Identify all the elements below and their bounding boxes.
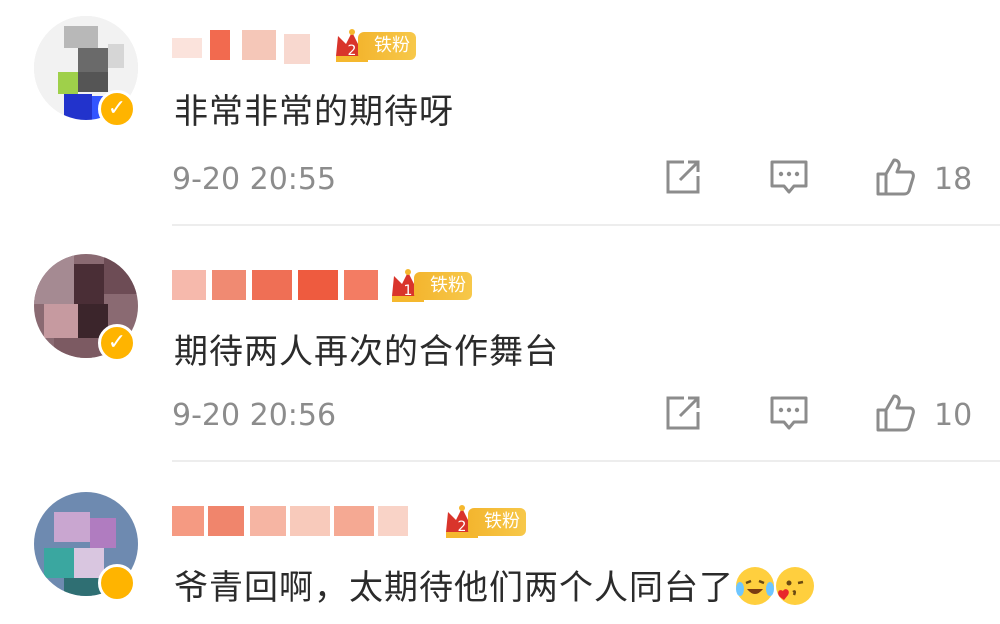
username-row: 2 铁粉	[172, 24, 772, 64]
comment-time: 9-20 20:56	[172, 398, 337, 433]
thumbs-up-icon[interactable]	[872, 154, 918, 200]
comment-text: 期待两人再次的合作舞台	[174, 332, 559, 372]
svg-text:1: 1	[404, 283, 413, 299]
comment-feed: ✓ 2 铁粉 非常非常的期待呀 9-20 20:55 18 ✓ 1 铁粉 期待两…	[0, 0, 1000, 624]
svg-text:2: 2	[458, 519, 467, 535]
comment-text: 非常非常的期待呀	[174, 92, 454, 132]
comment-time: 9-20 20:55	[172, 162, 337, 197]
comment-actions: 18	[660, 154, 980, 204]
divider	[172, 460, 1000, 462]
like-count: 18	[934, 162, 973, 197]
avatar-corner-badge	[98, 564, 136, 602]
comment-actions: 10	[660, 390, 980, 440]
svg-text:2: 2	[348, 43, 357, 59]
thumbs-up-icon[interactable]	[872, 390, 918, 436]
fan-badge[interactable]: 1 铁粉	[388, 266, 474, 304]
badge-label: 铁粉	[358, 32, 416, 60]
heart-kiss-emoji	[776, 567, 814, 605]
comment-item: 2 铁粉 爷青回啊，太期待他们两个人同台了	[0, 474, 1000, 624]
verified-badge-icon: ✓	[98, 90, 136, 128]
comment-icon[interactable]	[766, 390, 812, 436]
badge-label: 铁粉	[414, 272, 472, 300]
fan-badge[interactable]: 2 铁粉	[442, 502, 528, 540]
share-icon[interactable]	[660, 390, 706, 436]
comment-item: ✓ 2 铁粉 非常非常的期待呀 9-20 20:55 18	[0, 0, 1000, 236]
comment-text: 爷青回啊，太期待他们两个人同台了	[174, 568, 734, 608]
like-count: 10	[934, 398, 973, 433]
tears-of-joy-emoji	[736, 567, 774, 605]
comment-icon[interactable]	[766, 154, 812, 200]
fan-badge[interactable]: 2 铁粉	[332, 26, 418, 64]
share-icon[interactable]	[660, 154, 706, 200]
comment-item: ✓ 1 铁粉 期待两人再次的合作舞台 9-20 20:56 10	[0, 238, 1000, 474]
verified-badge-icon: ✓	[98, 324, 136, 362]
username-row: 1 铁粉	[172, 264, 772, 304]
divider	[172, 224, 1000, 226]
badge-label: 铁粉	[468, 508, 526, 536]
username-row: 2 铁粉	[172, 500, 772, 540]
comment-text-row: 爷青回啊，太期待他们两个人同台了	[174, 560, 814, 609]
